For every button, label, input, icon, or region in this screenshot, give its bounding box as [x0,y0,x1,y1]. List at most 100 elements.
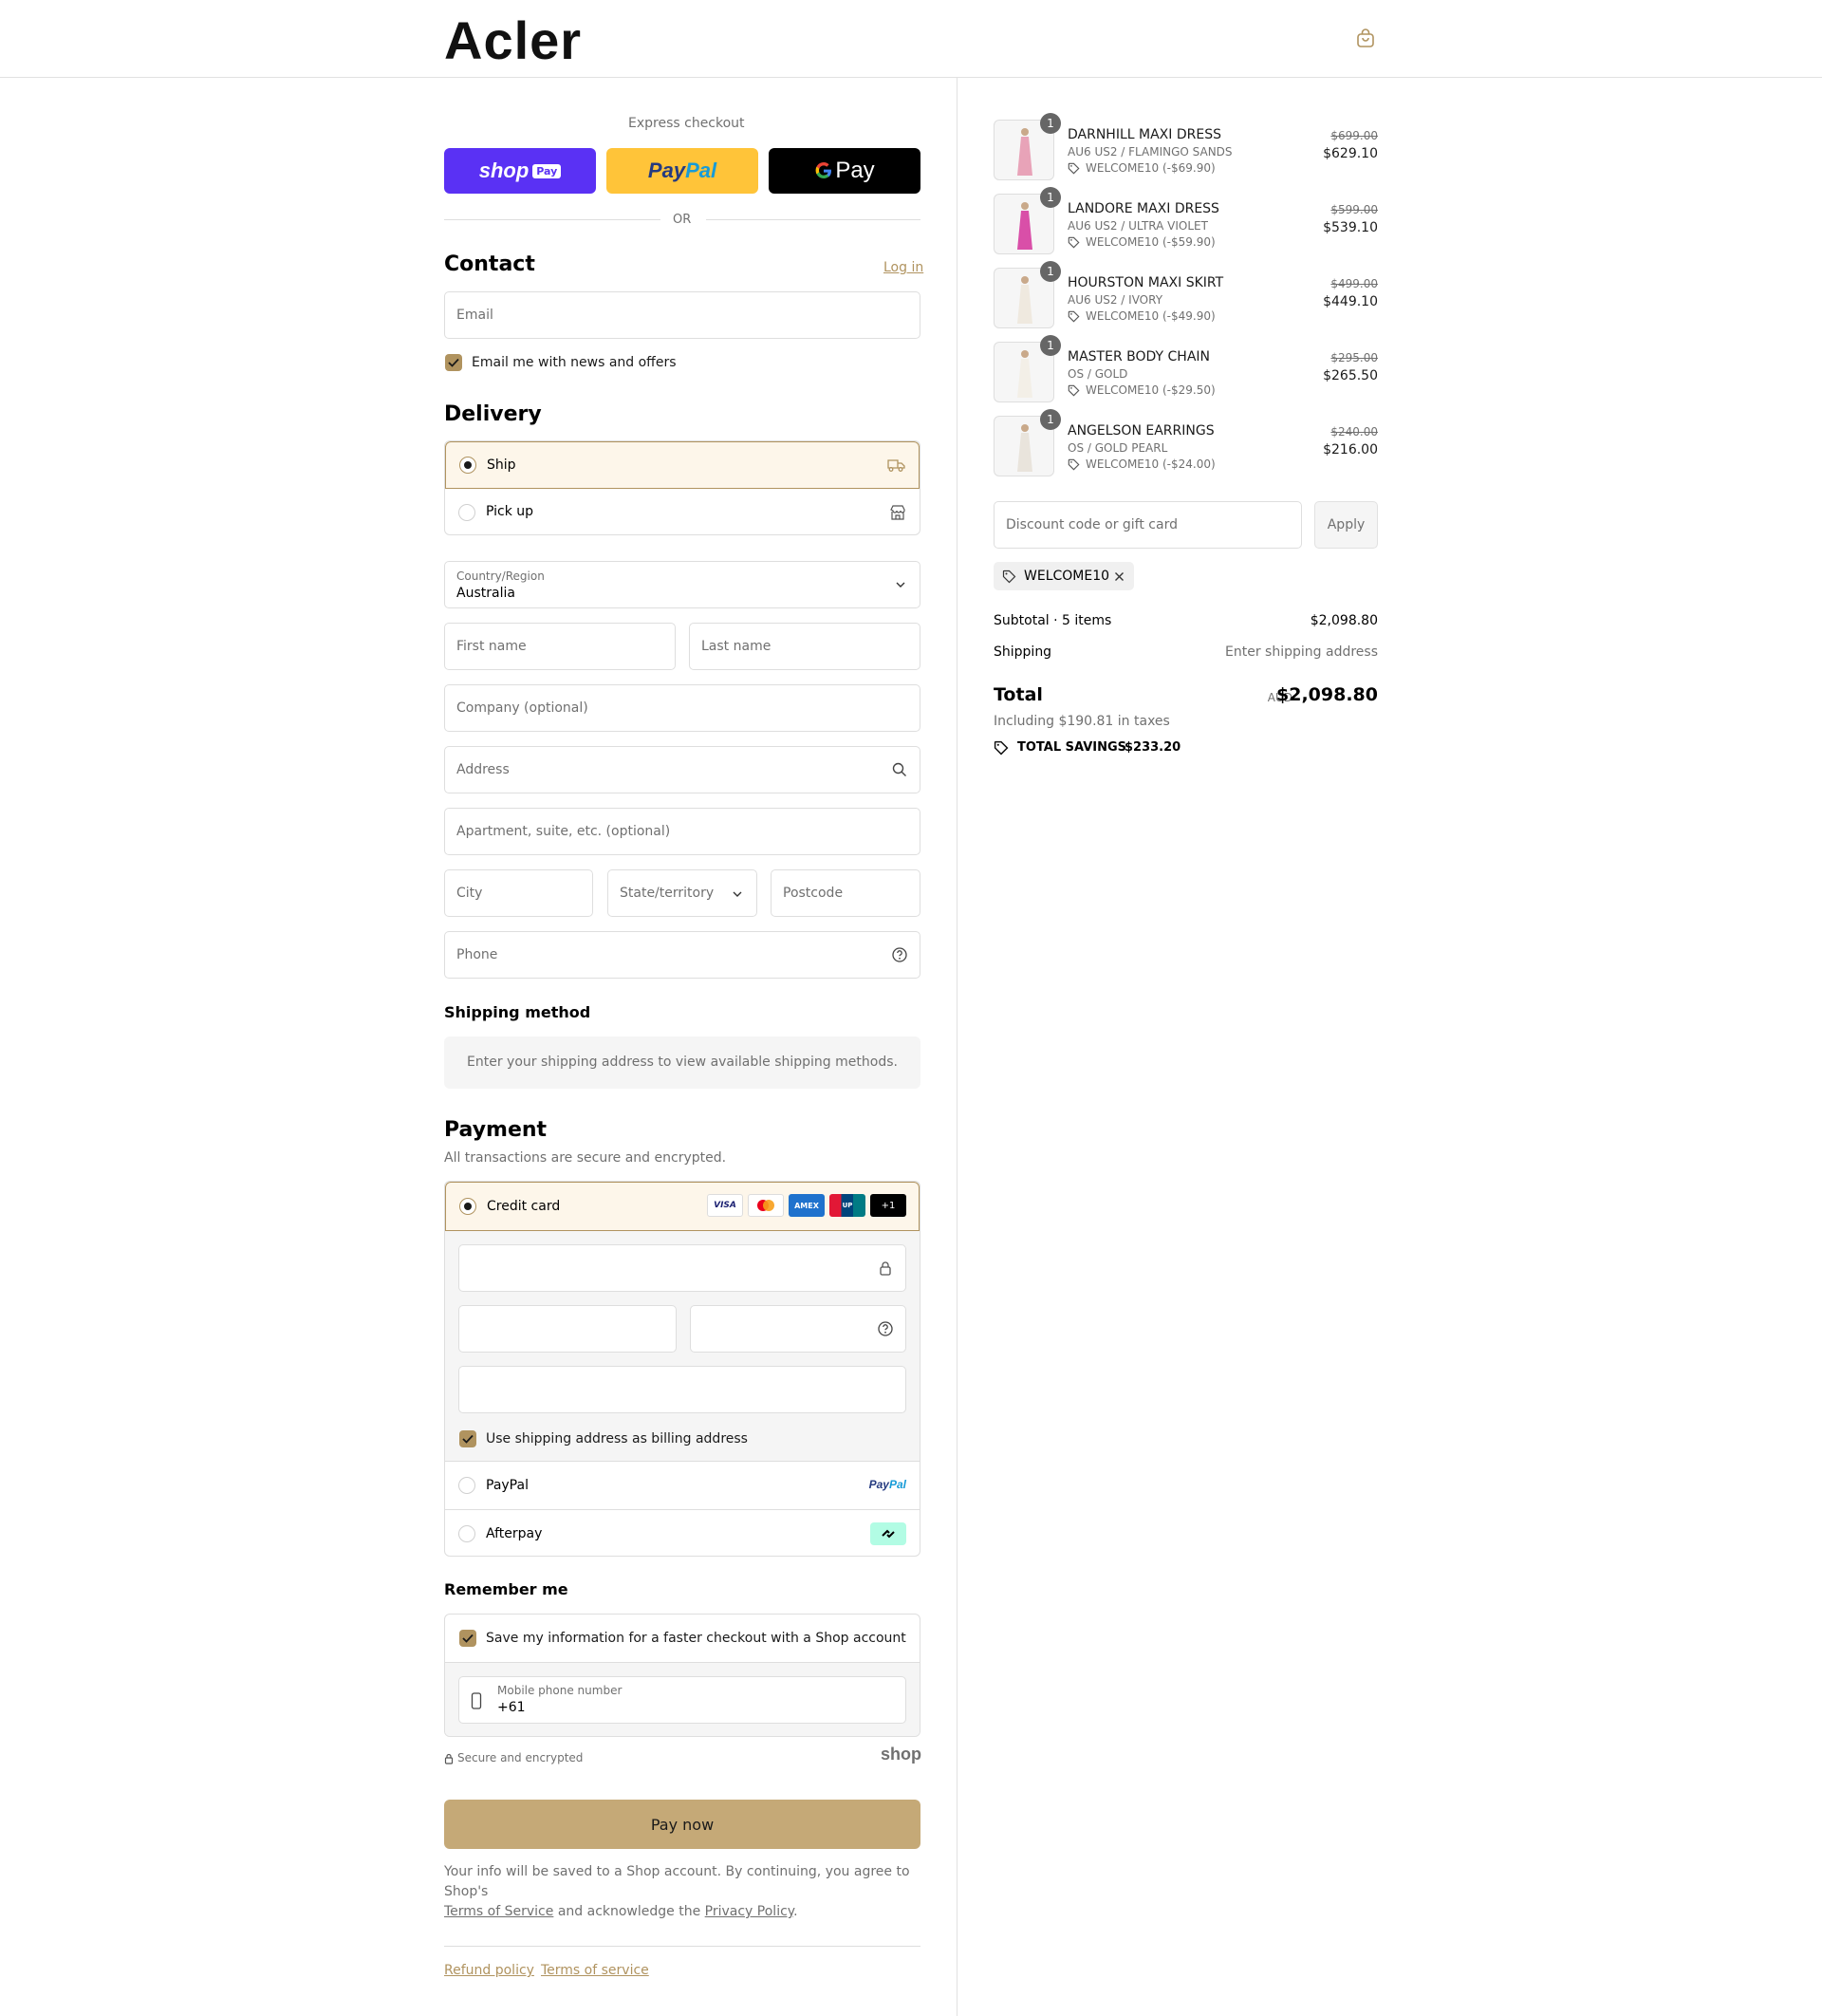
mobile-phone-value: +61 [497,1700,526,1715]
address-field[interactable]: Address [444,746,920,793]
terms-of-service-link[interactable]: Terms of service [541,1963,649,1978]
or-divider-left [444,219,660,220]
shop-terms-link[interactable]: Terms of Service [444,1904,553,1919]
lock-icon [880,1261,891,1276]
shop-privacy-link[interactable]: Privacy Policy [705,1904,793,1919]
legal-mid: and acknowledge the [553,1904,705,1919]
product-discount: WELCOME10 (-$29.50) [1086,383,1216,397]
item-price: $265.50 [1323,368,1378,383]
applied-code-tag: WELCOME10 [994,562,1134,590]
apartment-field[interactable]: Apartment, suite, etc. (optional) [444,808,920,855]
or-divider-right [706,219,920,220]
expiry-field[interactable] [458,1305,677,1353]
shipping-label: Shipping [994,644,1052,660]
pay-now-button[interactable]: Pay now [444,1800,920,1849]
lock-icon [444,1753,454,1764]
store-icon [890,505,905,520]
help-circle-icon[interactable] [891,946,908,963]
header: Acler [0,0,1822,78]
news-checkbox[interactable] [445,354,462,371]
or-label: OR [673,213,692,227]
pickup-radio[interactable] [458,504,475,521]
quantity-badge: 1 [1040,113,1061,134]
ship-label: Ship [487,457,516,473]
security-code-field[interactable] [690,1305,906,1353]
first-name-field[interactable]: First name [444,623,676,670]
original-price: $240.00 [1330,425,1378,439]
express-checkout-label: Express checkout [628,116,745,131]
pickup-option[interactable]: Pick up [445,489,920,534]
postcode-field[interactable]: Postcode [771,869,920,917]
apply-button[interactable]: Apply [1314,501,1378,549]
paypal-button[interactable]: Pay Pal [606,148,758,194]
payment-heading: Payment [444,1118,548,1142]
contact-heading: Contact [444,252,535,276]
item-price: $539.10 [1323,220,1378,235]
search-icon [892,762,906,776]
company-field[interactable]: Company (optional) [444,684,920,732]
credit-card-radio[interactable] [459,1198,476,1215]
original-price: $599.00 [1330,203,1378,216]
legal-line: Your info will be saved to a Shop accoun… [444,1864,910,1899]
quantity-badge: 1 [1040,187,1061,208]
save-info-checkbox[interactable] [459,1630,476,1647]
original-price: $295.00 [1330,351,1378,364]
card-number-field[interactable] [458,1244,906,1292]
last-name-field[interactable]: Last name [689,623,920,670]
remember-panel: Save my information for a faster checkou… [444,1614,920,1737]
news-label: Email me with news and offers [472,355,677,370]
shop-pay-button[interactable]: shop Pay [444,148,596,194]
discount-code-field[interactable]: Discount code or gift card [994,501,1302,549]
brand-logo[interactable]: Acler [444,9,582,71]
discount-placeholder: Discount code or gift card [1006,517,1178,532]
ship-option[interactable]: Ship [445,441,920,489]
delivery-options: Ship Pick up [444,440,920,535]
email-field[interactable]: Email [444,291,920,339]
country-select[interactable]: Country/Region Australia [444,561,920,608]
savings-value: $233.20 [1125,740,1181,755]
phone-placeholder: Phone [456,947,498,962]
item-price: $449.10 [1323,294,1378,309]
shop-pay-badge: Pay [532,163,562,178]
afterpay-option[interactable]: Afterpay [445,1509,920,1556]
refund-policy-link[interactable]: Refund policy [444,1963,534,1978]
mobile-phone-field[interactable]: Mobile phone number +61 [458,1676,906,1724]
help-circle-icon[interactable] [877,1320,894,1337]
quantity-badge: 1 [1040,261,1061,282]
checkmark-icon [448,358,459,367]
tag-icon [1068,384,1080,397]
ship-radio[interactable] [459,457,476,474]
afterpay-radio[interactable] [458,1525,475,1542]
item-price: $216.00 [1323,442,1378,457]
apply-label: Apply [1327,517,1366,532]
paypal-wordmark-pay: Pay [647,159,686,182]
mobile-phone-icon [471,1692,482,1709]
product-discount: WELCOME10 (-$69.90) [1086,161,1216,175]
close-icon[interactable] [1114,571,1125,582]
original-price: $699.00 [1330,129,1378,142]
postcode-placeholder: Postcode [783,886,844,901]
paypal-radio[interactable] [458,1477,475,1494]
city-placeholder: City [456,886,483,901]
product-discount: WELCOME10 (-$24.00) [1086,457,1216,471]
truck-icon [887,459,905,472]
name-on-card-field[interactable] [458,1366,906,1413]
login-link[interactable]: Log in [883,260,923,275]
product-variant: AU6 US2 / ULTRA VIOLET [1068,219,1208,233]
tag-icon [1068,162,1080,175]
shop-wordmark: shop [881,1745,921,1764]
product-discount: WELCOME10 (-$59.90) [1086,235,1216,249]
state-select[interactable]: State/territory [607,869,757,917]
paypal-option[interactable]: PayPal PayPal [445,1461,920,1509]
total-value: $2,098.80 [1276,684,1378,705]
shopping-bag-icon[interactable] [1355,28,1376,48]
country-label: Country/Region [456,569,545,583]
shipping-method-message: Enter your shipping address to view avai… [467,1055,898,1070]
paypal-logo: PayPal [868,1478,906,1491]
phone-field[interactable]: Phone [444,931,920,979]
billing-checkbox[interactable] [459,1430,476,1447]
product-variant: AU6 US2 / IVORY [1068,293,1163,307]
afterpay-label: Afterpay [486,1526,543,1541]
city-field[interactable]: City [444,869,593,917]
google-pay-button[interactable]: Pay [769,148,920,194]
